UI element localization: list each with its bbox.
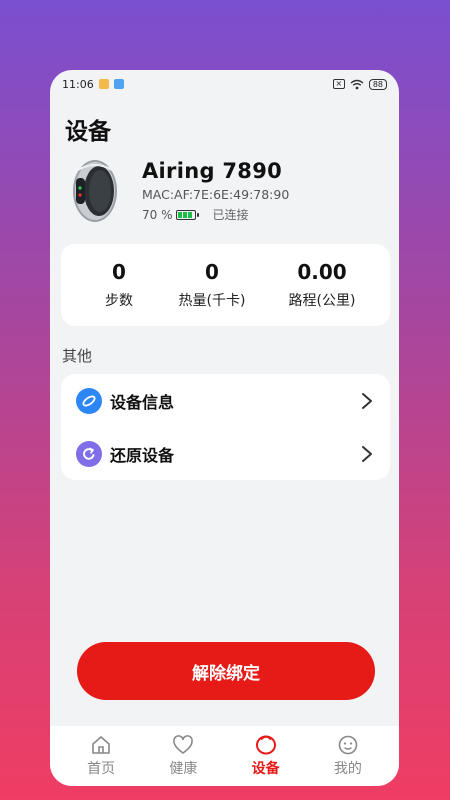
status-bar: 11:06 × 88: [50, 70, 399, 98]
stat-distance: 0.00 路程(公里): [277, 260, 367, 310]
calories-value: 0: [205, 260, 219, 284]
tab-device[interactable]: 设备: [236, 734, 296, 778]
unbind-device-button[interactable]: 解除绑定: [77, 642, 375, 700]
ring-icon: [255, 735, 276, 755]
tab-health[interactable]: 健康: [153, 734, 213, 778]
status-time: 11:06: [62, 77, 94, 91]
smile-icon: [338, 735, 358, 755]
silent-icon: ×: [332, 79, 345, 89]
activity-stats-card: 0 步数 0 热量(千卡) 0.00 路程(公里): [61, 244, 390, 326]
menu-item-label: 设备信息: [110, 392, 175, 412]
chevron-right-icon: [362, 392, 372, 409]
device-mac: MAC:AF:7E:6E:49:78:90: [142, 187, 290, 202]
stat-calories: 0 热量(千卡): [172, 260, 252, 310]
distance-value: 0.00: [297, 260, 347, 284]
device-summary: Airing 7890 MAC:AF:7E:6E:49:78:90 70 % 已…: [50, 154, 399, 228]
tab-label: 我的: [333, 761, 362, 777]
settings-menu: 设备信息 还原设备: [61, 374, 390, 480]
menu-item-label: 还原设备: [110, 445, 175, 465]
steps-label: 步数: [105, 293, 133, 309]
device-info-icon: [76, 387, 102, 414]
tab-label: 首页: [87, 761, 116, 777]
status-battery-icon: 88: [368, 78, 387, 90]
device-battery-percent: 70 %: [142, 207, 173, 222]
notification-app-icon: [98, 79, 109, 89]
bottom-tab-bar: 首页 健康 设备 我的: [50, 726, 399, 786]
tab-home[interactable]: 首页: [71, 734, 131, 778]
phone-screen: 11:06 × 88 设备 Airing 7890 MAC:AF:7E:6E:4…: [50, 70, 399, 786]
menu-item-device-info[interactable]: 设备信息: [61, 374, 390, 427]
connection-status: 已连接: [212, 208, 249, 222]
notification-message-icon: [113, 79, 124, 89]
section-other-label: 其他: [62, 347, 93, 365]
home-icon: [92, 736, 110, 754]
restore-icon: [76, 440, 102, 467]
distance-label: 路程(公里): [288, 293, 356, 309]
calories-label: 热量(千卡): [178, 293, 246, 309]
tab-profile[interactable]: 我的: [318, 734, 378, 778]
stat-steps: 0 步数: [94, 260, 144, 310]
steps-value: 0: [112, 260, 126, 284]
device-battery-icon: [175, 209, 199, 220]
page-title: 设备: [65, 119, 111, 145]
smart-ring-image: [73, 160, 117, 222]
menu-item-restore-device[interactable]: 还原设备: [61, 427, 390, 480]
device-name: Airing 7890: [142, 159, 283, 183]
tab-label: 健康: [169, 761, 198, 777]
chevron-right-icon: [362, 445, 372, 462]
wifi-icon: [350, 79, 364, 89]
heart-icon: [173, 735, 194, 754]
tab-label: 设备: [251, 761, 280, 777]
